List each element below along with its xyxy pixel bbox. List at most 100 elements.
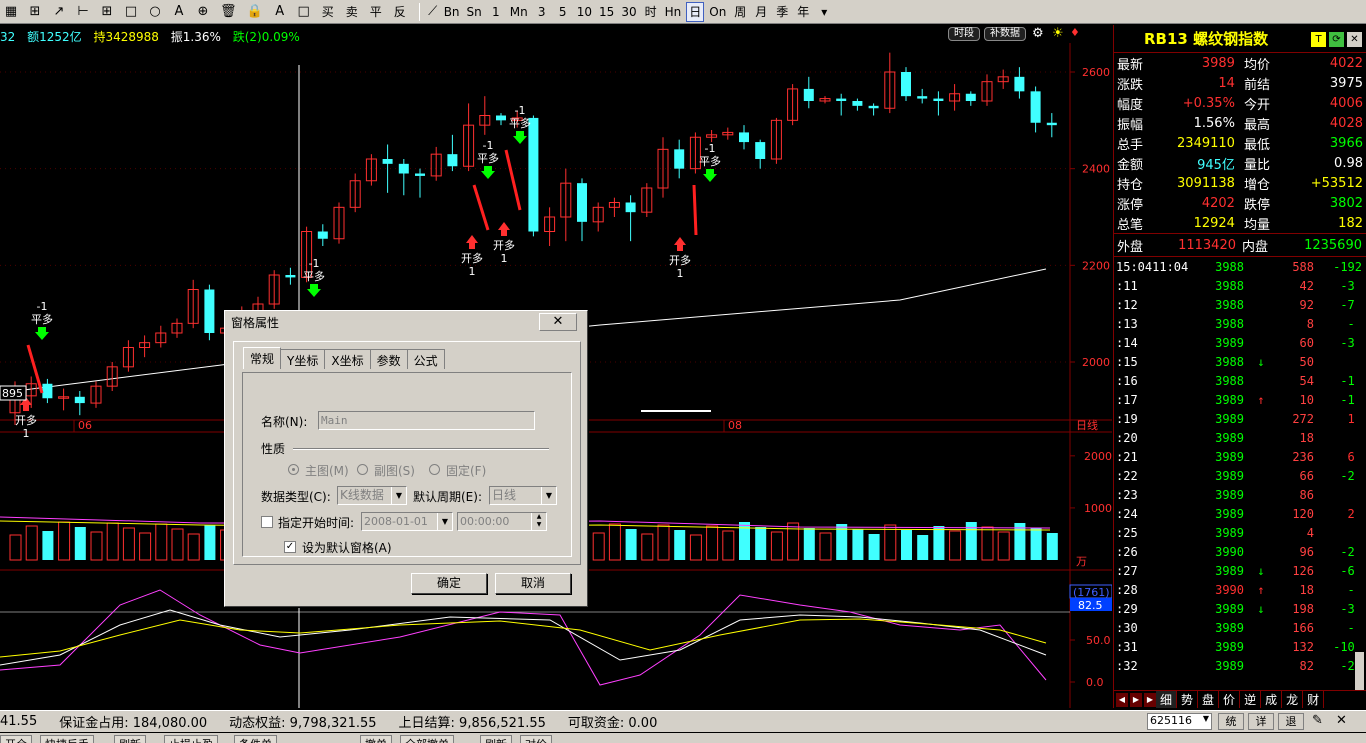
dialog-tab-0[interactable]: 常规: [243, 347, 282, 369]
tick-price: 3989: [1215, 411, 1244, 426]
dialog-close-button[interactable]: ✕: [539, 313, 577, 331]
quote-table: 最新 3989 均价 4022 涨跌 14 前结 3975 幅度 +0.35% 今开 4006 振幅 1.…: [1114, 53, 1366, 233]
right-tab-4[interactable]: 逆: [1240, 691, 1262, 708]
period-3[interactable]: Mn: [508, 2, 530, 22]
trend-icon[interactable]: ⟋: [424, 2, 442, 22]
period-10[interactable]: Hn: [663, 2, 684, 22]
indicator-icon[interactable]: ⊢: [74, 2, 92, 22]
quote-header: RB13 螺纹钢指数 T ⟳ ✕: [1114, 25, 1366, 53]
dialog-tab-4[interactable]: 公式: [406, 349, 445, 369]
color-icon[interactable]: A: [271, 2, 289, 22]
scroll-thumb[interactable]: [1355, 652, 1364, 692]
stats-button[interactable]: 统: [1218, 713, 1244, 730]
right-tab-1[interactable]: 势: [1177, 691, 1199, 708]
close-icon[interactable]: ✕: [1336, 713, 1347, 728]
trade-button-0[interactable]: 买: [319, 2, 337, 22]
period-16[interactable]: 年: [794, 2, 812, 22]
cancel-button[interactable]: 取消: [495, 573, 571, 594]
dialog-tab-2[interactable]: X坐标: [324, 349, 371, 369]
rect-icon[interactable]: □: [122, 2, 140, 22]
right-tab-6[interactable]: 龙: [1282, 691, 1304, 708]
start-date-picker[interactable]: 2008-01-01 ▼: [361, 512, 453, 531]
radio-sub[interactable]: [357, 464, 368, 475]
period-6[interactable]: 10: [575, 2, 594, 22]
tick-price: 3988: [1215, 278, 1244, 293]
period-5[interactable]: 5: [554, 2, 572, 22]
dialog-tab-1[interactable]: Y坐标: [280, 349, 326, 369]
right-tab-7[interactable]: 财: [1303, 691, 1325, 708]
account-select[interactable]: 625116 ▼: [1147, 713, 1212, 730]
set-default-checkbox[interactable]: ✓: [284, 541, 296, 553]
text-icon[interactable]: A: [170, 2, 188, 22]
lock-icon[interactable]: ♦: [1070, 26, 1080, 39]
data-type-select[interactable]: K线数据 ▼: [337, 486, 407, 505]
right-tab-2[interactable]: 盘: [1198, 691, 1220, 708]
pane-properties-dialog[interactable]: 窗格属性 ✕ 名称(N): Main 性质 主图(M) 副图(S) 固定(F) …: [224, 310, 588, 607]
delete-icon[interactable]: 🗑: [218, 2, 239, 22]
right-tab-3[interactable]: 价: [1219, 691, 1241, 708]
bottom-button-3[interactable]: 止损止盈: [164, 735, 218, 743]
bottom-button-0[interactable]: 开仓: [0, 735, 32, 743]
close-panel-icon[interactable]: ✕: [1347, 31, 1362, 47]
details-button[interactable]: 详: [1248, 713, 1274, 730]
trade-button-1[interactable]: 卖: [343, 2, 361, 22]
zoom-icon[interactable]: ⊕: [194, 2, 212, 22]
period-4[interactable]: 3: [533, 2, 551, 22]
period-15[interactable]: 季: [773, 2, 791, 22]
period-12[interactable]: On: [707, 2, 728, 22]
dialog-titlebar[interactable]: 窗格属性 ✕: [225, 311, 587, 333]
period-2[interactable]: 1: [487, 2, 505, 22]
fill-data-button[interactable]: 补数据: [984, 27, 1026, 41]
trade-button-2[interactable]: 平: [367, 2, 385, 22]
period-7[interactable]: 15: [597, 2, 616, 22]
bottom-button-5[interactable]: 撤单: [360, 735, 392, 743]
bottom-button-4[interactable]: 条件单: [234, 735, 277, 743]
period-button[interactable]: 时段: [948, 27, 980, 41]
period-13[interactable]: 周: [731, 2, 749, 22]
bottom-button-6[interactable]: 全部撤单: [400, 735, 454, 743]
trade-button-3[interactable]: 反: [391, 2, 409, 22]
refresh-icon[interactable]: ⟳: [1329, 31, 1344, 47]
tick-scrollbar[interactable]: [1355, 275, 1364, 695]
grid-icon[interactable]: ⊞: [98, 2, 116, 22]
kline-icon[interactable]: ▦: [2, 2, 20, 22]
period-11[interactable]: 日: [686, 1, 705, 22]
lock-icon[interactable]: 🔒: [245, 2, 265, 22]
name-input[interactable]: Main: [318, 411, 535, 430]
bottom-button-2[interactable]: 刷新: [114, 735, 146, 743]
bottom-button-8[interactable]: 对价: [520, 735, 552, 743]
start-time-spinner[interactable]: 00:00:00 ▲ ▼: [457, 512, 547, 531]
save-icon[interactable]: □: [295, 2, 313, 22]
start-time-checkbox[interactable]: [261, 516, 273, 528]
bottom-button-7[interactable]: 刷新: [480, 735, 512, 743]
draw-icon[interactable]: ↗: [50, 2, 68, 22]
tick-price: 3989: [1215, 430, 1244, 445]
radio-fixed[interactable]: [429, 464, 440, 475]
sun-icon[interactable]: ☀: [1052, 26, 1064, 41]
period-14[interactable]: 月: [752, 2, 770, 22]
t-icon[interactable]: T: [1311, 31, 1326, 47]
right-tab-5[interactable]: 成: [1261, 691, 1283, 708]
exit-button[interactable]: 退: [1278, 713, 1304, 730]
tick-list[interactable]: 15:0411:04 3988 588 -192:11 3988 42 -30:12 3988…: [1114, 257, 1366, 675]
period-8[interactable]: 30: [619, 2, 638, 22]
period-9[interactable]: 时: [642, 2, 660, 22]
tab-nav-icon[interactable]: ◀: [1116, 692, 1128, 707]
candle-body: [739, 132, 749, 143]
more-icon[interactable]: ▾: [815, 2, 833, 22]
dialog-tab-3[interactable]: 参数: [369, 349, 408, 369]
settings-icon[interactable]: ⚙: [1032, 26, 1044, 41]
tool-icon[interactable]: ✎: [1312, 713, 1323, 728]
default-period-select[interactable]: 日线 ▼: [489, 486, 557, 505]
tab-nav-icon[interactable]: ▶: [1130, 692, 1142, 707]
tab-nav-icon[interactable]: ▶: [1144, 692, 1156, 707]
radio-main[interactable]: [288, 464, 299, 475]
table-icon[interactable]: ⊞: [26, 2, 44, 22]
bottom-button-1[interactable]: 快捷反手: [40, 735, 94, 743]
circle-icon[interactable]: ○: [146, 2, 164, 22]
period-1[interactable]: Sn: [465, 2, 484, 22]
tick-row: :17 3989 ↑ 10 -10: [1114, 390, 1366, 409]
period-0[interactable]: Bn: [442, 2, 462, 22]
ok-button[interactable]: 确定: [411, 573, 487, 594]
right-tab-0[interactable]: 细: [1156, 691, 1178, 708]
